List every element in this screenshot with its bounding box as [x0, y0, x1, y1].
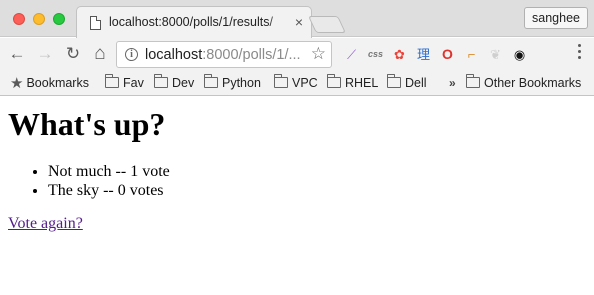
bookmark-folder-fav[interactable]: Fav: [105, 74, 144, 92]
bookmark-label: Other Bookmarks: [484, 76, 582, 90]
results-list: Not much -- 1 vote The sky -- 0 votes: [48, 162, 170, 200]
eye-extension-icon[interactable]: ◉: [511, 46, 528, 63]
kanji-extension-icon[interactable]: 理: [415, 46, 432, 63]
list-item: Not much -- 1 vote: [48, 162, 170, 181]
bookmarks-overflow-chevron-icon[interactable]: »: [449, 74, 456, 92]
bookmark-label: Bookmarks: [26, 76, 89, 90]
reload-icon[interactable]: ↻: [62, 43, 84, 65]
stamp-extension-icon[interactable]: ⌐: [463, 46, 480, 63]
url-path: :8000/polls/1/...: [202, 47, 301, 63]
bookmark-label: RHEL: [345, 76, 379, 90]
bookmark-folder-dell[interactable]: Dell: [387, 74, 427, 92]
bookmark-label: Dell: [405, 76, 427, 90]
bookmarks-apps-item[interactable]: ★ Bookmarks: [10, 74, 89, 92]
url-host: localhost: [145, 47, 203, 63]
bookmark-label: Fav: [123, 76, 144, 90]
folder-icon: [274, 74, 288, 88]
bookmark-label: Dev: [172, 76, 195, 90]
bookmark-folder-other[interactable]: Other Bookmarks: [466, 74, 581, 92]
tab-title: localhost:8000/polls/1/results/: [109, 15, 273, 29]
bookmark-label: Python: [222, 76, 261, 90]
folder-icon: [154, 74, 168, 88]
bookmark-folder-vpc[interactable]: VPC: [274, 74, 318, 92]
page-viewport: What's up? Not much -- 1 vote The sky --…: [0, 97, 594, 295]
home-icon[interactable]: ⌂: [89, 43, 111, 65]
opera-extension-icon[interactable]: O: [439, 46, 456, 63]
browser-tab-active[interactable]: localhost:8000/polls/1/results/ ×: [76, 6, 312, 38]
profile-button[interactable]: sanghee: [524, 7, 588, 29]
close-window-button[interactable]: [13, 13, 25, 25]
forward-arrow-icon[interactable]: →: [34, 43, 56, 65]
folder-icon: [327, 74, 341, 88]
bookmark-label: VPC: [292, 76, 318, 90]
browser-toolbar: ← → ↻ ⌂ i localhost:8000/polls/1/... ☆ ⟋…: [0, 38, 594, 71]
feather-extension-icon[interactable]: ⟋: [343, 46, 360, 63]
url-text[interactable]: localhost:8000/polls/1/...: [145, 47, 301, 63]
bookmark-star-icon[interactable]: ☆: [311, 45, 326, 63]
folder-icon: [204, 74, 218, 88]
color-wheel-extension-icon[interactable]: ✿: [391, 46, 408, 63]
info-icon[interactable]: i: [125, 48, 138, 61]
css-extension-icon[interactable]: css: [367, 46, 384, 63]
bookmark-folder-python[interactable]: Python: [204, 74, 261, 92]
tab-close-icon[interactable]: ×: [295, 14, 303, 30]
window-titlebar: localhost:8000/polls/1/results/ × sanghe…: [0, 0, 594, 38]
menu-dots-icon[interactable]: [578, 44, 582, 62]
folder-icon: [105, 74, 119, 88]
vote-again-link[interactable]: Vote again?: [8, 215, 83, 233]
bookmarks-bar: ★ Bookmarks Fav Dev Python VPC RHEL Dell …: [0, 71, 594, 96]
page-icon: [90, 16, 101, 30]
bookmark-folder-rhel[interactable]: RHEL: [327, 74, 378, 92]
folder-icon: [466, 74, 480, 88]
bookmark-folder-dev[interactable]: Dev: [154, 74, 194, 92]
back-arrow-icon[interactable]: ←: [6, 43, 28, 65]
folder-icon: [387, 74, 401, 88]
poll-question-heading: What's up?: [8, 106, 166, 142]
list-item: The sky -- 0 votes: [48, 181, 170, 200]
address-bar[interactable]: i localhost:8000/polls/1/... ☆: [116, 41, 332, 68]
feather-grey-extension-icon[interactable]: ❦: [487, 46, 504, 63]
minimize-window-button[interactable]: [33, 13, 45, 25]
star-icon: ★: [10, 75, 24, 92]
new-tab-button[interactable]: [308, 16, 346, 33]
maximize-window-button[interactable]: [53, 13, 65, 25]
